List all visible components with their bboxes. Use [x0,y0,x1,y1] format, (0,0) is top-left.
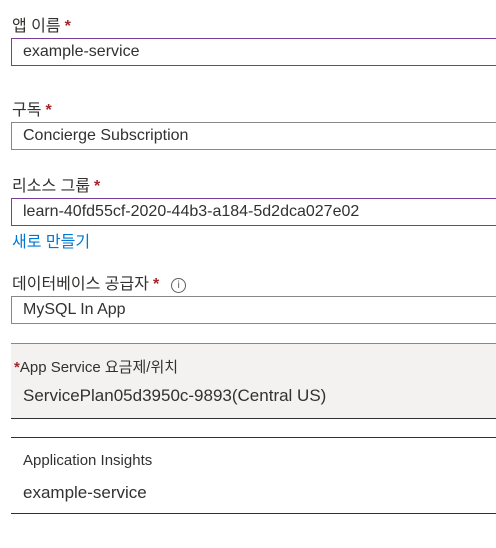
required-asterisk: * [45,102,52,119]
database-provider-value: MySQL In App [23,301,126,318]
resource-group-value: learn-40fd55cf-2020-44b3-a184-5d2dca027e… [23,203,360,220]
required-asterisk: * [152,276,160,293]
create-new-link[interactable]: 새로 만들기 [12,228,90,252]
app-name-input[interactable]: example-service [11,38,496,66]
app-service-plan-panel[interactable]: *App Service 요금제/위치 ServicePlan05d3950c-… [11,343,496,419]
database-provider-dropdown[interactable]: MySQL In App [11,296,496,324]
subscription-value: Concierge Subscription [23,127,189,144]
application-insights-label: Application Insights [23,452,153,469]
app-service-plan-value: ServicePlan05d3950c-9893(Central US) [23,386,327,405]
subscription-label: 구독 * [12,96,52,120]
required-asterisk: * [94,178,101,195]
resource-group-dropdown[interactable]: learn-40fd55cf-2020-44b3-a184-5d2dca027e… [11,198,496,226]
database-provider-label-text: 데이터베이스 공급자 [12,276,149,293]
app-name-label-text: 앱 이름 [12,18,61,35]
database-provider-label: 데이터베이스 공급자 * i [12,270,187,294]
info-icon[interactable]: i [171,278,187,293]
app-service-plan-label-text: App Service 요금제/위치 [19,359,179,376]
app-service-plan-label: *App Service 요금제/위치 [14,356,178,377]
app-name-label: 앱 이름 * [12,12,71,36]
subscription-label-text: 구독 [12,102,42,119]
required-asterisk: * [64,18,71,35]
app-name-value: example-service [23,43,140,60]
resource-group-label-text: 리소스 그룹 [12,178,91,195]
application-insights-panel[interactable]: Application Insights example-service [11,437,496,514]
application-insights-value: example-service [23,483,147,502]
resource-group-label: 리소스 그룹 * [12,172,100,196]
subscription-dropdown[interactable]: Concierge Subscription [11,122,496,150]
